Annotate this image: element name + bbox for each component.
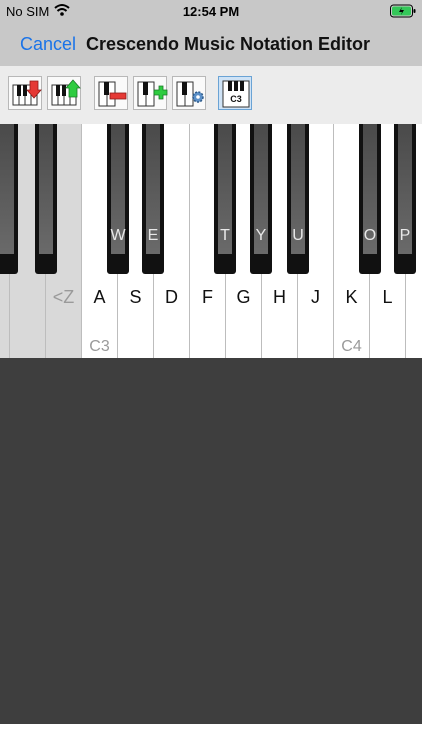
key-label: K	[345, 287, 358, 307]
key-label: P	[399, 227, 411, 244]
home-indicator-area	[0, 724, 422, 750]
piano-keyboard: <Z A C3 S D F G H J K C4 L W E T Y U O P	[0, 124, 422, 358]
black-key[interactable]: T	[214, 124, 236, 274]
add-key-button[interactable]	[133, 76, 168, 110]
octave-up-button[interactable]	[47, 76, 81, 110]
toolbar: C3	[0, 66, 422, 124]
black-key[interactable]	[35, 124, 57, 274]
key-label: <Z	[52, 287, 75, 307]
piano-up-icon	[51, 79, 81, 106]
piano-remove-icon	[98, 81, 127, 107]
middle-c-button[interactable]: C3	[218, 76, 252, 110]
key-label: F	[202, 287, 213, 307]
black-key[interactable]	[0, 124, 18, 274]
navigation-bar: Cancel Crescendo Music Notation Editor	[0, 24, 422, 66]
page-title: Crescendo Music Notation Editor	[86, 34, 371, 54]
cancel-button[interactable]: Cancel	[20, 34, 76, 55]
octave-down-button[interactable]	[8, 76, 42, 110]
key-label: T	[220, 227, 230, 244]
key-label: W	[110, 227, 126, 244]
key-label: L	[382, 287, 393, 307]
keyboard-settings-button[interactable]	[172, 76, 206, 110]
piano-add-icon	[137, 81, 168, 107]
notation-canvas[interactable]	[0, 358, 422, 724]
key-label: J	[311, 287, 320, 307]
key-label: H	[273, 287, 286, 307]
c3-label: C3	[230, 94, 242, 104]
clock: 12:54 PM	[182, 4, 240, 19]
key-label: O	[363, 227, 377, 244]
black-key[interactable]: Y	[250, 124, 272, 274]
battery-icon	[390, 4, 416, 21]
black-key[interactable]: E	[142, 124, 164, 274]
piano-settings-icon	[176, 81, 204, 107]
black-key[interactable]: W	[107, 124, 129, 274]
status-bar: No SIM 12:54 PM	[0, 0, 422, 24]
key-label: S	[129, 287, 142, 307]
key-label: G	[236, 287, 251, 307]
octave-label: C4	[341, 338, 362, 355]
black-key[interactable]: P	[394, 124, 416, 274]
piano-down-icon	[12, 80, 42, 106]
key-label: Y	[255, 227, 267, 244]
key-label: A	[93, 287, 106, 307]
black-key[interactable]: O	[359, 124, 381, 274]
remove-key-button[interactable]	[94, 76, 128, 110]
key-label: D	[165, 287, 178, 307]
key-label: U	[292, 227, 304, 244]
octave-label: C3	[89, 338, 110, 355]
black-key[interactable]: U	[287, 124, 309, 274]
key-label: E	[147, 227, 159, 244]
